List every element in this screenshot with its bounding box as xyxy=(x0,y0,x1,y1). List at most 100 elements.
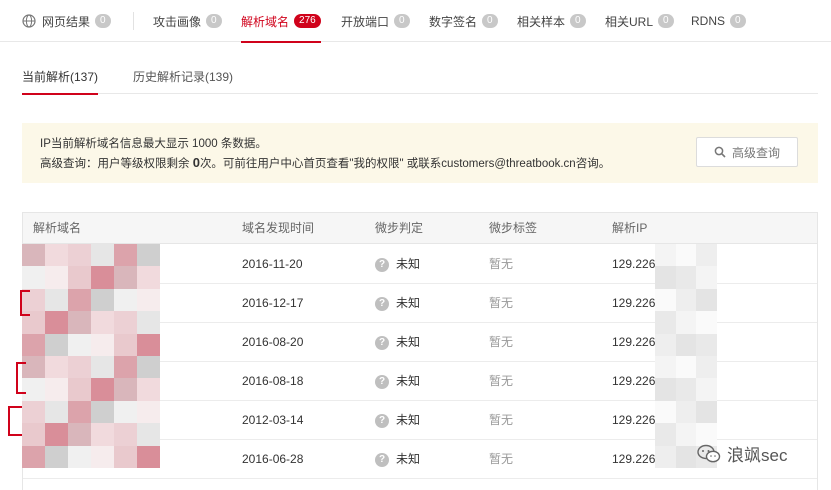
question-icon: ? xyxy=(375,335,389,350)
globe-icon xyxy=(22,14,36,28)
mosaic-pixel xyxy=(696,244,717,267)
mosaic-pixel xyxy=(91,288,114,312)
verdict-text: 未知 xyxy=(396,413,421,427)
tag-cell: 暂无 xyxy=(489,296,514,310)
search-icon xyxy=(714,146,726,158)
advanced-query-button[interactable]: 高级查询 xyxy=(696,137,798,167)
mosaic-pixel xyxy=(91,423,114,446)
mosaic-pixel xyxy=(655,355,676,379)
mosaic-pixel xyxy=(137,400,160,424)
mosaic-pixel xyxy=(22,266,45,289)
mosaic-pixel xyxy=(114,266,137,289)
watermark: 浪飒sec xyxy=(697,441,787,466)
mosaic-pixel xyxy=(655,400,676,424)
mosaic-pixel xyxy=(655,333,676,356)
mosaic-pixel xyxy=(675,378,697,401)
ip-cell[interactable]: 129.226 xyxy=(612,284,655,323)
mosaic-pixel xyxy=(655,288,676,312)
mosaic-pixel xyxy=(696,400,717,424)
mosaic-pixel xyxy=(45,445,68,468)
tab-related-samples[interactable]: 相关样本 0 xyxy=(517,0,586,42)
header-discovery-time: 域名发现时间 xyxy=(242,221,315,235)
tab-resolved-domains[interactable]: 解析域名 276 xyxy=(241,0,321,43)
mosaic-pixel xyxy=(45,311,68,334)
verdict-cell: ? 未知 xyxy=(375,323,420,362)
mosaic-pixel xyxy=(137,311,160,334)
redacted-domain-mosaic xyxy=(22,244,160,468)
mosaic-pixel xyxy=(114,400,137,424)
ip-cell[interactable]: 129.226 xyxy=(612,401,655,440)
mosaic-pixel xyxy=(114,445,137,468)
count-badge: 0 xyxy=(570,14,586,28)
mosaic-pixel xyxy=(45,400,68,424)
mosaic-pixel xyxy=(137,244,160,267)
mosaic-pixel xyxy=(696,378,717,401)
question-icon: ? xyxy=(375,257,389,272)
tag-cell: 暂无 xyxy=(489,374,514,388)
tag-cell: 暂无 xyxy=(489,335,514,349)
button-label: 高级查询 xyxy=(731,145,780,160)
mosaic-pixel xyxy=(22,445,45,468)
mosaic-pixel xyxy=(114,288,137,312)
mosaic-pixel xyxy=(45,288,68,312)
notice-line-1: IP当前解析域名信息最大显示 1000 条数据。 xyxy=(40,138,267,150)
tab-label: 解析域名 xyxy=(241,14,290,29)
discovery-date: 2016-12-17 xyxy=(242,296,304,310)
mosaic-pixel xyxy=(45,378,68,401)
verdict-text: 未知 xyxy=(396,374,421,388)
remaining-count: 0 xyxy=(192,155,200,170)
notice-prefix: 高级查询：用户等级权限剩余 xyxy=(40,158,193,170)
mosaic-pixel xyxy=(696,311,717,334)
mosaic-pixel xyxy=(68,378,91,401)
mosaic-pixel xyxy=(655,244,676,267)
verdict-cell: ? 未知 xyxy=(375,401,420,440)
mosaic-pixel xyxy=(91,400,114,424)
mosaic-pixel xyxy=(91,311,114,334)
mosaic-pixel xyxy=(22,400,45,424)
verdict-text: 未知 xyxy=(396,296,421,310)
verdict-cell: ? 未知 xyxy=(375,284,420,323)
tab-open-ports[interactable]: 开放端口 0 xyxy=(341,0,410,42)
mosaic-pixel xyxy=(45,355,68,379)
question-icon: ? xyxy=(375,452,389,467)
notice-box: IP当前解析域名信息最大显示 1000 条数据。 高级查询：用户等级权限剩余 0… xyxy=(22,123,818,183)
mosaic-pixel xyxy=(696,355,717,379)
count-badge: 0 xyxy=(658,14,674,28)
tab-web-results[interactable]: 网页结果 0 xyxy=(22,0,111,42)
count-badge: 0 xyxy=(482,14,498,28)
mosaic-pixel xyxy=(68,288,91,312)
mosaic-pixel xyxy=(91,355,114,379)
mosaic-pixel xyxy=(675,266,697,289)
red-highlight-mark xyxy=(20,290,30,316)
tab-related-url[interactable]: 相关URL 0 xyxy=(605,0,674,42)
tag-cell: 暂无 xyxy=(489,413,514,427)
mosaic-pixel xyxy=(91,445,114,468)
ip-cell[interactable]: 129.226 xyxy=(612,440,655,479)
count-badge: 0 xyxy=(394,14,410,28)
tab-attack-profile[interactable]: 攻击画像 0 xyxy=(153,0,222,42)
count-badge: 0 xyxy=(206,14,222,28)
ip-cell[interactable]: 129.226 xyxy=(612,362,655,401)
mosaic-pixel xyxy=(675,244,697,267)
tab-current-resolution[interactable]: 当前解析(137) xyxy=(22,58,99,95)
ip-cell[interactable]: 129.226 xyxy=(612,245,655,284)
verdict-cell: ? 未知 xyxy=(375,440,420,479)
count-badge: 0 xyxy=(730,14,746,28)
mosaic-pixel xyxy=(675,400,697,424)
mosaic-pixel xyxy=(22,244,45,267)
mosaic-pixel xyxy=(45,333,68,356)
tab-digital-signature[interactable]: 数字签名 0 xyxy=(429,0,498,42)
verdict-cell: ? 未知 xyxy=(375,362,420,401)
mosaic-pixel xyxy=(68,244,91,267)
mosaic-pixel xyxy=(114,355,137,379)
mosaic-pixel xyxy=(696,333,717,356)
tab-label: RDNS xyxy=(691,14,726,28)
ip-cell[interactable]: 129.226 xyxy=(612,323,655,362)
mosaic-pixel xyxy=(655,378,676,401)
sub-tab-bar: 当前解析(137) 历史解析记录(139) xyxy=(22,58,818,95)
tab-rdns[interactable]: RDNS 0 xyxy=(691,0,746,42)
verdict-text: 未知 xyxy=(396,452,421,466)
mosaic-pixel xyxy=(137,423,160,446)
mosaic-pixel xyxy=(696,266,717,289)
tab-history-resolution[interactable]: 历史解析记录(139) xyxy=(133,58,233,94)
